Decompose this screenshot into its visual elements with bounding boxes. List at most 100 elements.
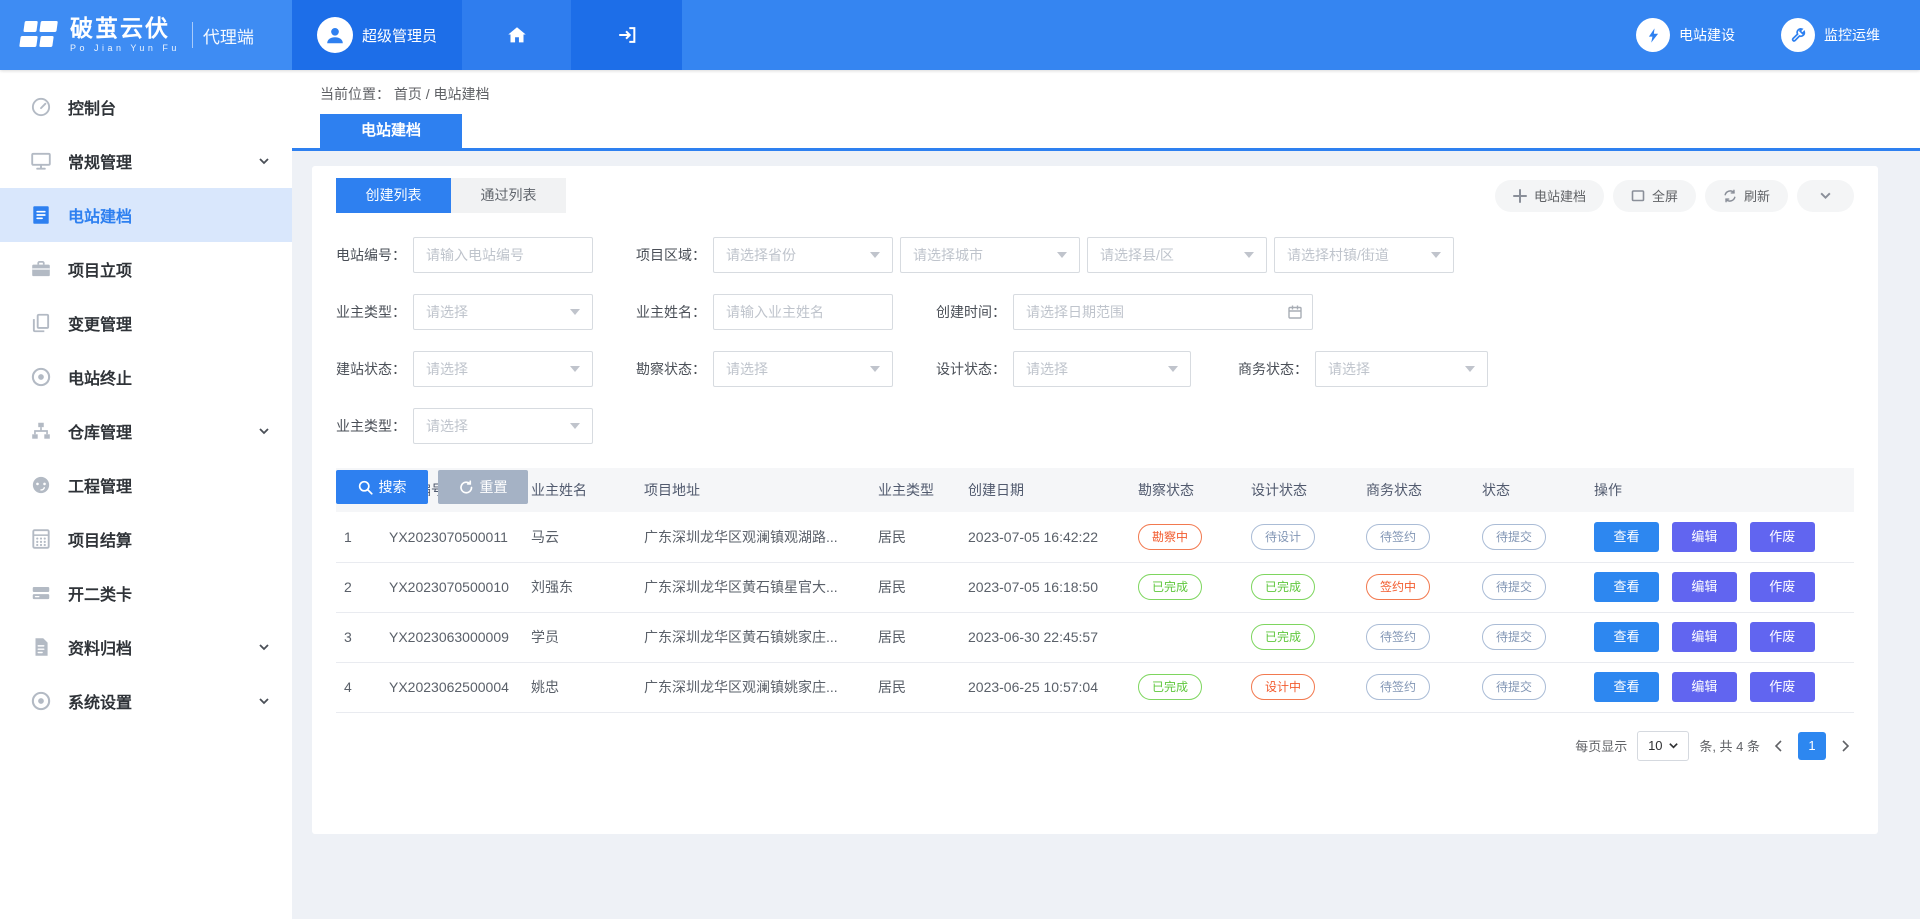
current-user[interactable]: 超级管理员 — [292, 0, 462, 70]
user-name: 超级管理员 — [362, 25, 437, 46]
survey-status-select[interactable]: 请选择 — [713, 351, 893, 387]
station-archive-panel: 创建列表 通过列表 电站建档 全屏 — [312, 166, 1878, 834]
cell-owner-name: 马云 — [523, 512, 636, 562]
chevron-right-icon — [1838, 739, 1852, 753]
view-button[interactable]: 查看 — [1594, 622, 1659, 652]
business-status-select[interactable]: 请选择 — [1315, 351, 1488, 387]
design-status-badge: 已完成 — [1251, 624, 1315, 650]
void-button[interactable]: 作废 — [1750, 672, 1815, 702]
reset-label: 重置 — [480, 477, 508, 497]
cell-station-code: YX2023062500004 — [381, 662, 523, 712]
prev-page-button[interactable] — [1770, 739, 1788, 753]
station-no-input[interactable] — [413, 237, 593, 273]
sidebar-item-project-initiation[interactable]: 项目立项 — [0, 242, 292, 296]
page-number-current[interactable]: 1 — [1798, 732, 1826, 760]
fullscreen-button[interactable]: 全屏 — [1613, 180, 1696, 212]
per-page-select[interactable]: 10 — [1637, 731, 1689, 761]
brand-area: 破茧云伏 Po Jian Yun Fu 代理端 — [0, 0, 292, 70]
tab-create-list[interactable]: 创建列表 — [336, 178, 451, 213]
main-area: 当前位置： 首页 / 电站建档 电站建档 创建列表 通过列表 电站建档 — [292, 70, 1920, 919]
brand-portal-label: 代理端 — [203, 23, 254, 48]
edit-button[interactable]: 编辑 — [1672, 622, 1737, 652]
owner-type-select[interactable]: 请选择 — [413, 294, 593, 330]
sidebar-item-general-mgmt[interactable]: 常规管理 — [0, 134, 292, 188]
nav-station-build-label: 电站建设 — [1679, 25, 1735, 45]
void-button[interactable]: 作废 — [1750, 522, 1815, 552]
user-icon — [324, 24, 346, 46]
reset-button[interactable]: 重置 — [438, 470, 528, 504]
nav-monitor-ops[interactable]: 监控运维 — [1781, 18, 1880, 52]
province-select[interactable]: 请选择省份 — [713, 237, 893, 273]
date-range-input[interactable] — [1013, 294, 1313, 330]
next-page-button[interactable] — [1836, 739, 1854, 753]
date-range-wrap — [1013, 294, 1313, 330]
field-station-no: 电站编号： — [336, 237, 593, 273]
per-page-value: 10 — [1648, 738, 1662, 753]
edit-button[interactable]: 编辑 — [1672, 522, 1737, 552]
sidebar-item-data-archive[interactable]: 资料归档 — [0, 620, 292, 674]
chevron-down-icon — [258, 695, 270, 707]
total-count-label: 条, 共 4 条 — [1699, 736, 1760, 755]
fullscreen-icon — [1631, 189, 1645, 203]
cell-created: 2023-07-05 16:42:22 — [960, 512, 1130, 562]
survey-status-label: 勘察状态： — [636, 359, 706, 379]
build-status-select[interactable]: 请选择 — [413, 351, 593, 387]
nav-station-build[interactable]: 电站建设 — [1636, 18, 1735, 52]
county-select[interactable]: 请选择县/区 — [1087, 237, 1267, 273]
city-select[interactable]: 请选择城市 — [900, 237, 1080, 273]
collapse-button[interactable] — [1797, 180, 1854, 212]
brand-title: 破茧云伏 — [70, 16, 180, 41]
sidebar-item-project-settlement[interactable]: 项目结算 — [0, 512, 292, 566]
town-select[interactable]: 请选择村镇/街道 — [1274, 237, 1454, 273]
sidebar-item-system-settings[interactable]: 系统设置 — [0, 674, 292, 728]
sidebar-item-type2-card[interactable]: 开二类卡 — [0, 566, 292, 620]
chevron-left-icon — [1772, 739, 1786, 753]
table-row: 1 YX2023070500011 马云 广东深圳龙华区观澜镇观湖路... 居民… — [336, 512, 1854, 562]
file-icon — [30, 636, 52, 658]
design-status-select[interactable]: 请选择 — [1013, 351, 1191, 387]
refresh-button[interactable]: 刷新 — [1705, 180, 1788, 212]
status-badge: 待提交 — [1482, 674, 1546, 700]
cell-owner-name: 刘强东 — [523, 562, 636, 612]
sidebar-item-console[interactable]: 控制台 — [0, 80, 292, 134]
tab-passed-list[interactable]: 通过列表 — [451, 178, 566, 213]
cell-owner-type: 居民 — [870, 662, 960, 712]
caret-down-icon — [1668, 740, 1679, 751]
caret-down-icon — [1465, 366, 1475, 372]
brand-logo-icon — [16, 13, 60, 57]
sidebar-item-station-archive[interactable]: 电站建档 — [0, 188, 292, 242]
home-button[interactable] — [462, 0, 571, 70]
logout-button[interactable] — [571, 0, 682, 70]
sidebar: 控制台 常规管理 电站建档 项目立项 变更管理 — [0, 70, 292, 919]
create-station-button[interactable]: 电站建档 — [1495, 180, 1604, 212]
void-button[interactable]: 作废 — [1750, 622, 1815, 652]
page-tab-station-archive[interactable]: 电站建档 — [320, 114, 462, 148]
build-status-label: 建站状态： — [336, 359, 406, 379]
business-status-placeholder: 请选择 — [1328, 359, 1457, 379]
copy-icon — [30, 312, 52, 334]
filter-row-4: 业主类型： 请选择 — [336, 408, 1854, 444]
view-button[interactable]: 查看 — [1594, 522, 1659, 552]
cell-created: 2023-06-30 22:45:57 — [960, 612, 1130, 662]
sidebar-item-label: 电站终止 — [68, 365, 132, 389]
sidebar-item-engineering-mgmt[interactable]: 工程管理 — [0, 458, 292, 512]
sidebar-item-change-mgmt[interactable]: 变更管理 — [0, 296, 292, 350]
owner-type-2-select[interactable]: 请选择 — [413, 408, 593, 444]
sidebar-item-label: 仓库管理 — [68, 419, 132, 443]
view-button[interactable]: 查看 — [1594, 572, 1659, 602]
edit-button[interactable]: 编辑 — [1672, 572, 1737, 602]
caret-down-icon — [1057, 252, 1067, 258]
panel-toolbar: 电站建档 全屏 — [1495, 180, 1854, 212]
owner-name-input[interactable] — [713, 294, 893, 330]
edit-button[interactable]: 编辑 — [1672, 672, 1737, 702]
sidebar-item-warehouse-mgmt[interactable]: 仓库管理 — [0, 404, 292, 458]
view-button[interactable]: 查看 — [1594, 672, 1659, 702]
void-button[interactable]: 作废 — [1750, 572, 1815, 602]
design-status-badge: 待设计 — [1251, 524, 1315, 550]
caret-down-icon — [570, 309, 580, 315]
sidebar-item-station-termination[interactable]: 电站终止 — [0, 350, 292, 404]
search-button[interactable]: 搜索 — [336, 470, 428, 504]
cell-owner-type: 居民 — [870, 562, 960, 612]
cell-owner-name: 学员 — [523, 612, 636, 662]
caret-down-icon — [570, 423, 580, 429]
